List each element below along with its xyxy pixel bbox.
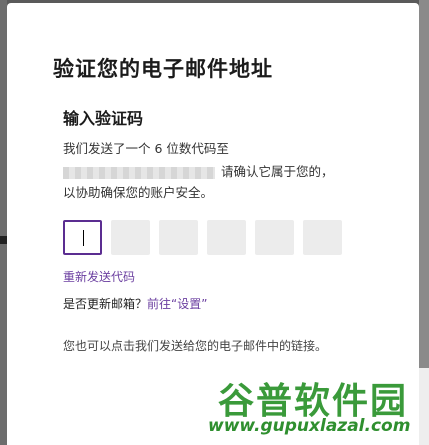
code-digit-4-input[interactable] [207, 220, 246, 255]
code-digit-3-input[interactable] [159, 220, 198, 255]
update-email-row: 是否更新邮箱？前往“设置” [63, 295, 207, 312]
dialog-subtitle: 输入验证码 [63, 109, 144, 128]
dialog-title: 验证您的电子邮件地址 [53, 57, 273, 81]
update-email-prompt: 是否更新邮箱？ [63, 297, 148, 311]
description-line-3: 以协助确保您的账户安全。 [63, 185, 214, 200]
code-input-row [63, 220, 342, 255]
background-dark-mark [0, 236, 7, 244]
description-line-1: 我们发送了一个 6 位数代码至 [63, 141, 229, 156]
description-line-2-text: 请确认它属于您的， [221, 164, 334, 179]
resend-code-link[interactable]: 重新发送代码 [63, 268, 135, 285]
background-left-strip [0, 0, 7, 445]
watermark-url: www.gupuxlazal.com [208, 416, 411, 436]
description-line-2: 请确认它属于您的， [63, 162, 383, 182]
alternative-instruction: 您也可以点击我们发送给您的电子邮件中的链接。 [63, 339, 328, 353]
site-watermark: 谷普软件园 www.gupuxlazal.com [206, 368, 429, 445]
go-to-settings-link[interactable]: 前往“设置” [147, 297, 207, 311]
text-caret [83, 230, 84, 246]
code-digit-5-input[interactable] [255, 220, 294, 255]
code-digit-6-input[interactable] [303, 220, 342, 255]
masked-email [63, 166, 215, 179]
code-digit-1-input[interactable] [63, 220, 102, 255]
code-digit-2-input[interactable] [111, 220, 150, 255]
